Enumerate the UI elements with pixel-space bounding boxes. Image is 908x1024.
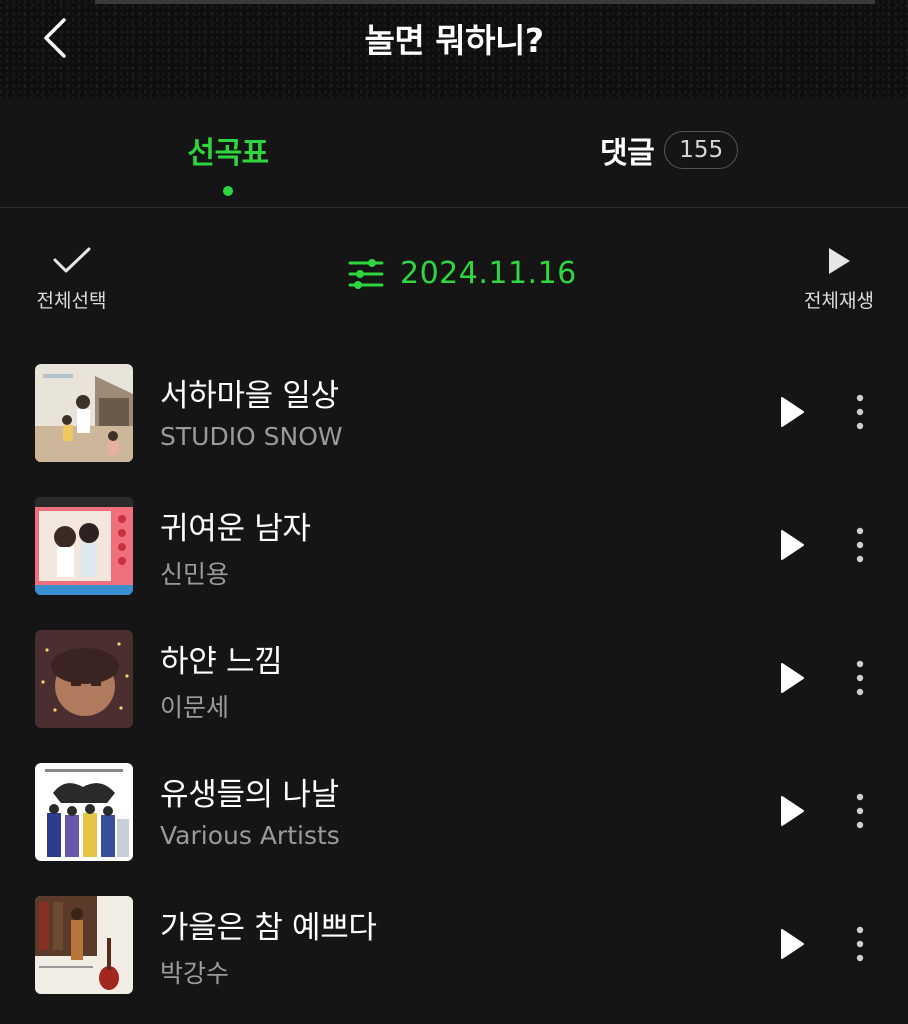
- album-cover[interactable]: [35, 896, 133, 994]
- album-cover[interactable]: [35, 763, 133, 861]
- tab-setlist-label: 선곡표: [187, 136, 269, 171]
- more-options-button[interactable]: [846, 656, 874, 700]
- broadcast-date: 2024.11.16: [400, 256, 577, 291]
- song-title: 유생들의 나날: [160, 777, 339, 813]
- comment-count-badge: 155: [664, 131, 739, 169]
- tab-setlist[interactable]: 선곡표: [140, 128, 316, 196]
- album-cover[interactable]: [35, 497, 133, 595]
- play-song-button[interactable]: [772, 791, 812, 831]
- play-all-label: 전체재생: [804, 290, 874, 312]
- checkmark-icon: [53, 247, 90, 273]
- song-title: 귀여운 남자: [160, 511, 311, 547]
- play-all-button[interactable]: 전체재생: [794, 246, 884, 313]
- play-song-button[interactable]: [772, 658, 812, 698]
- album-cover[interactable]: [35, 364, 133, 462]
- more-options-button[interactable]: [846, 789, 874, 833]
- more-vertical-icon: [856, 660, 864, 696]
- song-title: 하얀 느낌: [160, 644, 283, 680]
- more-vertical-icon: [856, 926, 864, 962]
- play-icon: [781, 796, 804, 826]
- song-row[interactable]: 귀여운 남자 신민용: [0, 477, 908, 610]
- song-list: 서하마을 일상 STUDIO SNOW 귀여운 남자 신민용 하얀 느낌 이문세…: [0, 344, 908, 1009]
- song-artist[interactable]: 박강수: [160, 954, 229, 990]
- song-artist[interactable]: Various Artists: [160, 821, 340, 850]
- play-icon: [781, 663, 804, 693]
- song-artist[interactable]: STUDIO SNOW: [160, 422, 343, 451]
- song-row[interactable]: 서하마을 일상 STUDIO SNOW: [0, 344, 908, 477]
- song-artist[interactable]: 이문세: [160, 688, 229, 724]
- header-decoration: [95, 0, 875, 4]
- filter-sliders-icon: [348, 258, 384, 289]
- play-song-button[interactable]: [772, 392, 812, 432]
- album-cover[interactable]: [35, 630, 133, 728]
- more-vertical-icon: [856, 793, 864, 829]
- play-icon: [781, 530, 804, 560]
- list-toolbar: 전체선택 2024.11.16 전체재생: [0, 208, 908, 338]
- song-artist[interactable]: 신민용: [160, 555, 229, 591]
- song-title: 가을은 참 예쁘다: [160, 910, 377, 946]
- more-options-button[interactable]: [846, 390, 874, 434]
- tab-bar: 선곡표 댓글 155: [0, 98, 908, 208]
- tab-comments-label: 댓글: [600, 136, 655, 171]
- active-tab-indicator: [223, 186, 233, 196]
- play-icon: [781, 397, 804, 427]
- song-title: 서하마을 일상: [160, 378, 339, 414]
- play-song-button[interactable]: [772, 924, 812, 964]
- song-row[interactable]: 유생들의 나날 Various Artists: [0, 743, 908, 876]
- tab-comments[interactable]: 댓글 155: [600, 128, 739, 172]
- song-row[interactable]: 하얀 느낌 이문세: [0, 610, 908, 743]
- play-song-button[interactable]: [772, 525, 812, 565]
- play-icon: [829, 248, 850, 274]
- more-vertical-icon: [856, 394, 864, 430]
- more-options-button[interactable]: [846, 523, 874, 567]
- more-vertical-icon: [856, 527, 864, 563]
- more-options-button[interactable]: [846, 922, 874, 966]
- app-header: 놀면 뭐하니?: [0, 0, 908, 98]
- song-row[interactable]: 가을은 참 예쁘다 박강수: [0, 876, 908, 1009]
- page-title: 놀면 뭐하니?: [364, 21, 544, 60]
- select-all-button[interactable]: 전체선택: [24, 246, 119, 313]
- select-all-label: 전체선택: [36, 290, 107, 312]
- date-filter-button[interactable]: 2024.11.16: [348, 256, 577, 291]
- play-icon: [781, 929, 804, 959]
